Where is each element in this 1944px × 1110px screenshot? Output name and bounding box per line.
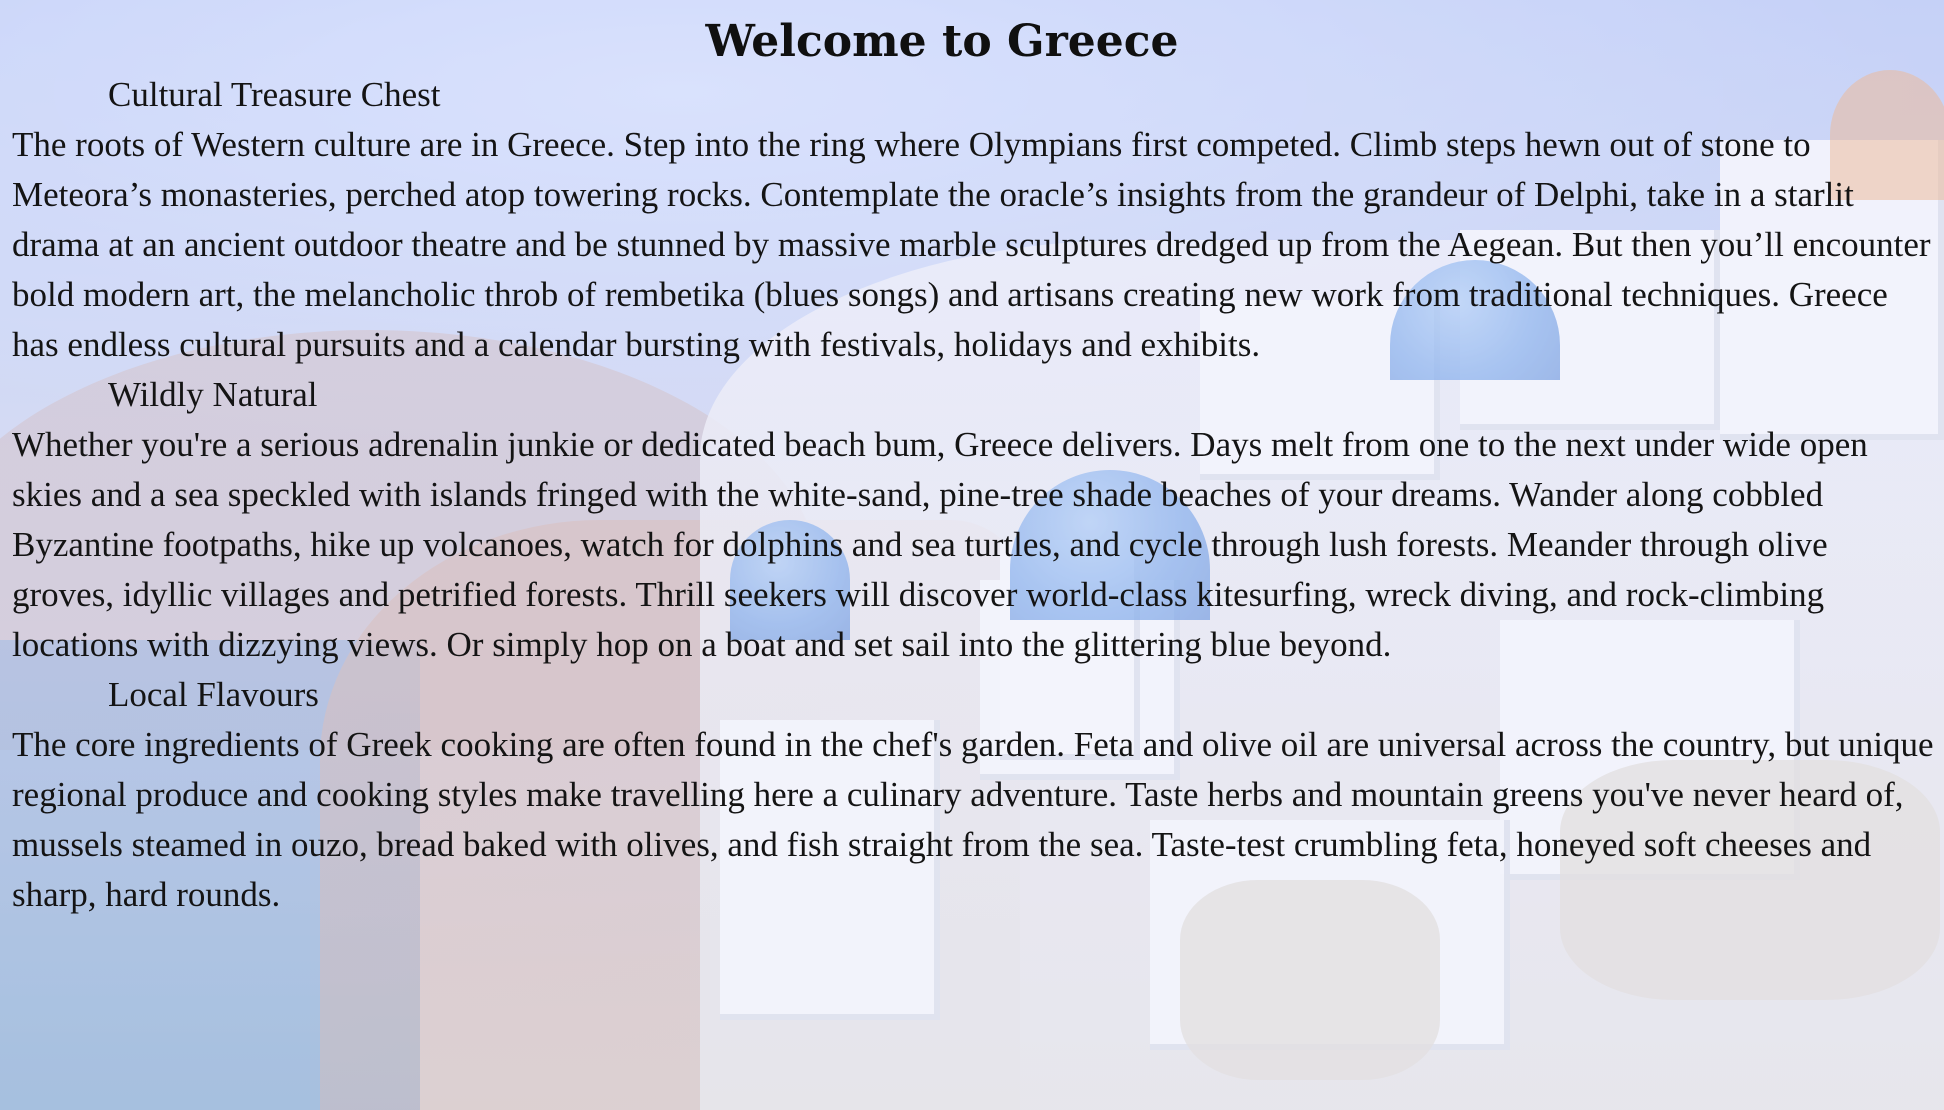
section-body-food: The core ingredients of Greek cooking ar…	[12, 725, 1934, 914]
section-body-culture: The roots of Western culture are in Gree…	[12, 125, 1931, 364]
article: Welcome to Greece Cultural Treasure Ches…	[12, 14, 1944, 920]
section-heading-culture: Cultural Treasure Chest	[108, 75, 441, 114]
section-body-nature: Whether you're a serious adrenalin junki…	[12, 425, 1868, 664]
page-title: Welcome to Greece	[705, 16, 1179, 67]
section-heading-food: Local Flavours	[108, 675, 319, 714]
section-heading-nature: Wildly Natural	[108, 375, 318, 414]
